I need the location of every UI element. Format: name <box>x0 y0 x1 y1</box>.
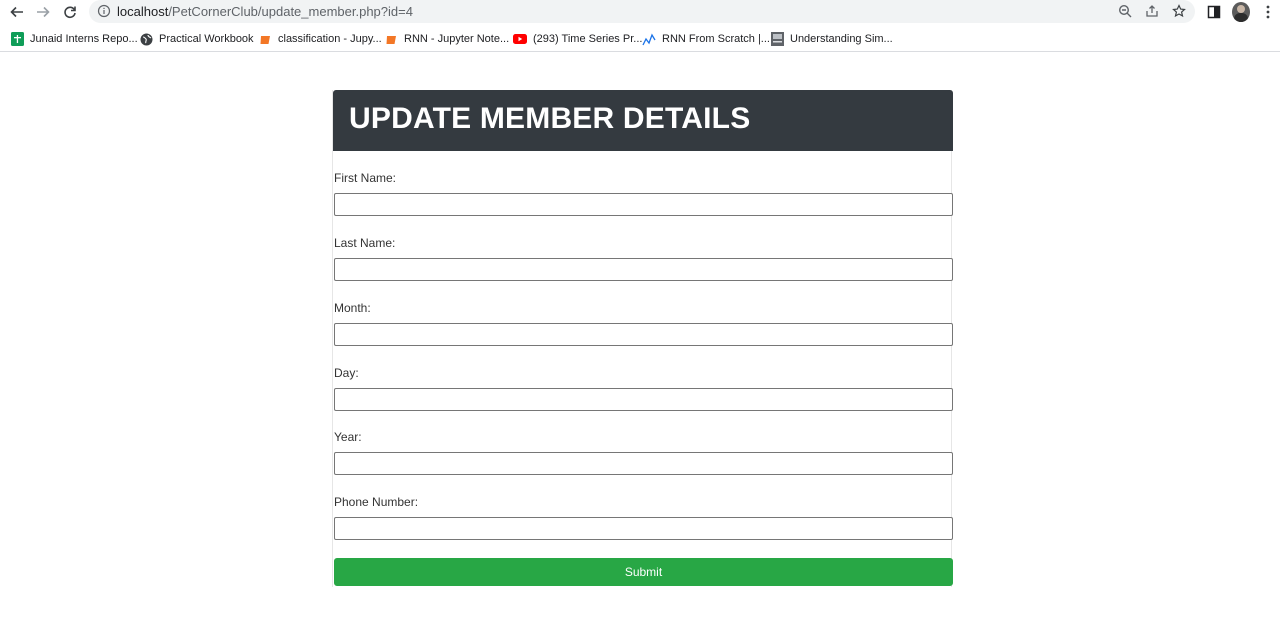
year-label: Year: <box>334 430 362 444</box>
bookmark-label: Practical Workbook <box>159 33 254 45</box>
bookmark-item[interactable]: (293) Time Series Pr... <box>513 30 642 48</box>
bookmark-label: (293) Time Series Pr... <box>533 33 643 45</box>
day-label: Day: <box>334 366 359 380</box>
page-thumb-icon <box>770 32 784 46</box>
bookmark-item[interactable]: RNN - Jupyter Note... <box>384 30 509 48</box>
first-name-input[interactable] <box>334 193 953 216</box>
bookmark-label: RNN - Jupyter Note... <box>404 33 510 45</box>
url-text[interactable]: localhost/PetCornerClub/update_member.ph… <box>117 4 413 19</box>
globe-icon <box>139 32 153 46</box>
bookmark-item[interactable]: Practical Workbook <box>139 30 254 48</box>
month-label: Month: <box>334 301 371 315</box>
back-arrow-icon[interactable] <box>7 2 27 22</box>
bookmark-item[interactable]: Junaid Interns Repo... <box>10 30 138 48</box>
card-header: UPDATE MEMBER DETAILS <box>333 90 953 151</box>
bookmark-label: Junaid Interns Repo... <box>30 33 138 45</box>
side-panel-icon[interactable] <box>1205 3 1223 21</box>
chart-line-icon <box>642 32 656 46</box>
youtube-icon <box>513 32 527 46</box>
zoom-icon[interactable] <box>1117 3 1133 19</box>
sheets-icon <box>10 32 24 46</box>
forward-arrow-icon[interactable] <box>33 2 53 22</box>
jupyter-icon <box>258 32 272 46</box>
bookmark-item[interactable]: RNN From Scratch |... <box>642 30 770 48</box>
update-member-card: UPDATE MEMBER DETAILS First Name: Last N… <box>332 90 953 587</box>
phone-number-input[interactable] <box>334 517 953 540</box>
profile-avatar[interactable] <box>1232 2 1250 22</box>
reload-icon[interactable] <box>60 2 80 22</box>
bookmark-item[interactable]: classification - Jupy... <box>258 30 382 48</box>
browser-toolbar: localhost/PetCornerClub/update_member.ph… <box>0 0 1280 24</box>
jupyter-icon <box>384 32 398 46</box>
submit-button[interactable]: Submit <box>334 558 953 586</box>
url-host: localhost <box>117 4 169 19</box>
bookmark-star-icon[interactable] <box>1171 3 1187 19</box>
last-name-label: Last Name: <box>334 236 396 250</box>
first-name-label: First Name: <box>334 171 397 185</box>
phone-number-label: Phone Number: <box>334 495 419 509</box>
month-input[interactable] <box>334 323 953 346</box>
bookmark-label: RNN From Scratch |... <box>662 33 770 45</box>
kebab-menu-icon[interactable] <box>1259 3 1277 21</box>
last-name-input[interactable] <box>334 258 953 281</box>
url-path: /PetCornerClub/update_member.php?id=4 <box>168 4 413 19</box>
page-title: UPDATE MEMBER DETAILS <box>349 102 751 135</box>
share-icon[interactable] <box>1144 3 1160 19</box>
year-input[interactable] <box>334 452 953 475</box>
bookmarks-bar: Junaid Interns Repo... Practical Workboo… <box>0 26 1280 52</box>
address-bar[interactable]: localhost/PetCornerClub/update_member.ph… <box>89 0 1195 23</box>
site-info-icon[interactable] <box>97 4 111 18</box>
day-input[interactable] <box>334 388 953 411</box>
bookmark-label: classification - Jupy... <box>278 33 382 45</box>
bookmark-label: Understanding Sim... <box>790 33 893 45</box>
bookmark-item[interactable]: Understanding Sim... <box>770 30 893 48</box>
